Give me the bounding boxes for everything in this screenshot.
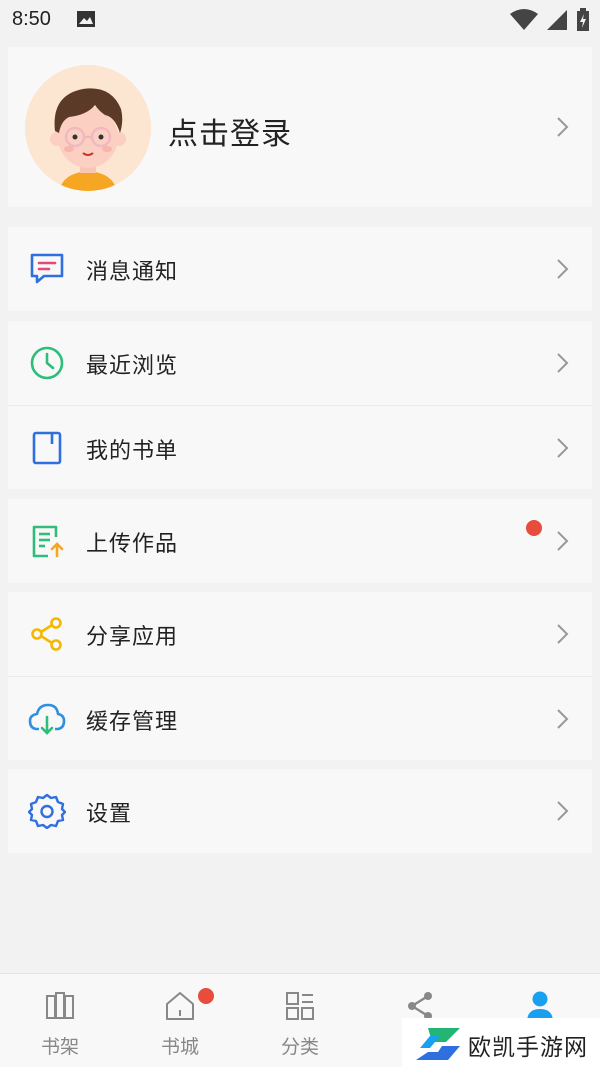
- menu-group-messages: 消息通知: [8, 227, 592, 311]
- watermark-text: 欧凯手游网: [468, 1035, 588, 1061]
- menu-label-settings: 设置: [86, 802, 133, 827]
- menu-item-cache[interactable]: 缓存管理: [8, 676, 592, 760]
- menu-label-booklist: 我的书单: [86, 439, 179, 464]
- chevron-right-icon: [557, 801, 569, 821]
- share-icon: [31, 617, 62, 651]
- chevron-right-icon: [557, 117, 569, 137]
- menu-item-share[interactable]: 分享应用: [8, 592, 592, 676]
- tab-bookstore[interactable]: 书城: [120, 974, 240, 1067]
- chevron-right-icon: [557, 353, 569, 373]
- menu-label-upload: 上传作品: [86, 532, 179, 557]
- menu-item-settings[interactable]: 设置: [8, 769, 592, 853]
- login-card[interactable]: 点击登录: [8, 47, 592, 207]
- chevron-right-icon: [557, 709, 569, 729]
- menu-label-share: 分享应用: [86, 625, 179, 650]
- chevron-right-icon: [557, 531, 569, 551]
- tab-bookshelf[interactable]: 书架: [0, 974, 120, 1067]
- home-icon: [166, 992, 194, 1020]
- chevron-right-icon: [557, 438, 569, 458]
- tab-label-bookstore: 书城: [160, 1036, 199, 1058]
- avatar[interactable]: [25, 65, 151, 191]
- watermark-logo-icon: [416, 1028, 460, 1060]
- menu-group-app: 分享应用 缓存管理: [8, 592, 592, 760]
- status-bar: 8:50: [0, 0, 600, 40]
- gear-icon: [28, 793, 66, 829]
- menu-group-settings: 设置: [8, 769, 592, 853]
- tab-categories[interactable]: 分类: [240, 974, 360, 1067]
- menu-group-upload: 上传作品: [8, 499, 592, 583]
- clock-icon: [30, 346, 64, 380]
- menu-item-upload[interactable]: 上传作品: [8, 499, 592, 583]
- menu-item-messages[interactable]: 消息通知: [8, 227, 592, 311]
- watermark: 欧凯手游网: [402, 1018, 600, 1067]
- chevron-right-icon: [557, 624, 569, 644]
- upload-document-icon: [32, 525, 64, 558]
- chevron-right-icon: [557, 259, 569, 279]
- login-label[interactable]: 点击登录: [168, 109, 292, 153]
- tab-label-bookshelf: 书架: [40, 1036, 79, 1058]
- battery-icon: [577, 8, 589, 31]
- menu-label-messages: 消息通知: [86, 260, 179, 285]
- tab-label-categories: 分类: [280, 1036, 319, 1058]
- book-icon: [32, 431, 62, 465]
- wifi-icon: [510, 9, 538, 30]
- image-notification-icon: [77, 11, 95, 27]
- menu-label-cache: 缓存管理: [86, 710, 179, 735]
- message-icon: [30, 253, 64, 284]
- menu-group-reading: 最近浏览 我的书单: [8, 321, 592, 489]
- tab-badge-dot: [198, 988, 214, 1004]
- menu-item-booklist[interactable]: 我的书单: [8, 405, 592, 489]
- notification-dot: [526, 520, 542, 536]
- avatar-illustration: [25, 65, 151, 191]
- menu-label-recent: 最近浏览: [86, 354, 179, 379]
- bookshelf-icon: [46, 992, 74, 1019]
- menu-item-recent[interactable]: 最近浏览: [8, 321, 592, 405]
- cloud-download-icon: [28, 703, 66, 735]
- signal-icon: [547, 10, 567, 30]
- grid-icon: [286, 992, 314, 1020]
- status-time: 8:50: [12, 8, 51, 30]
